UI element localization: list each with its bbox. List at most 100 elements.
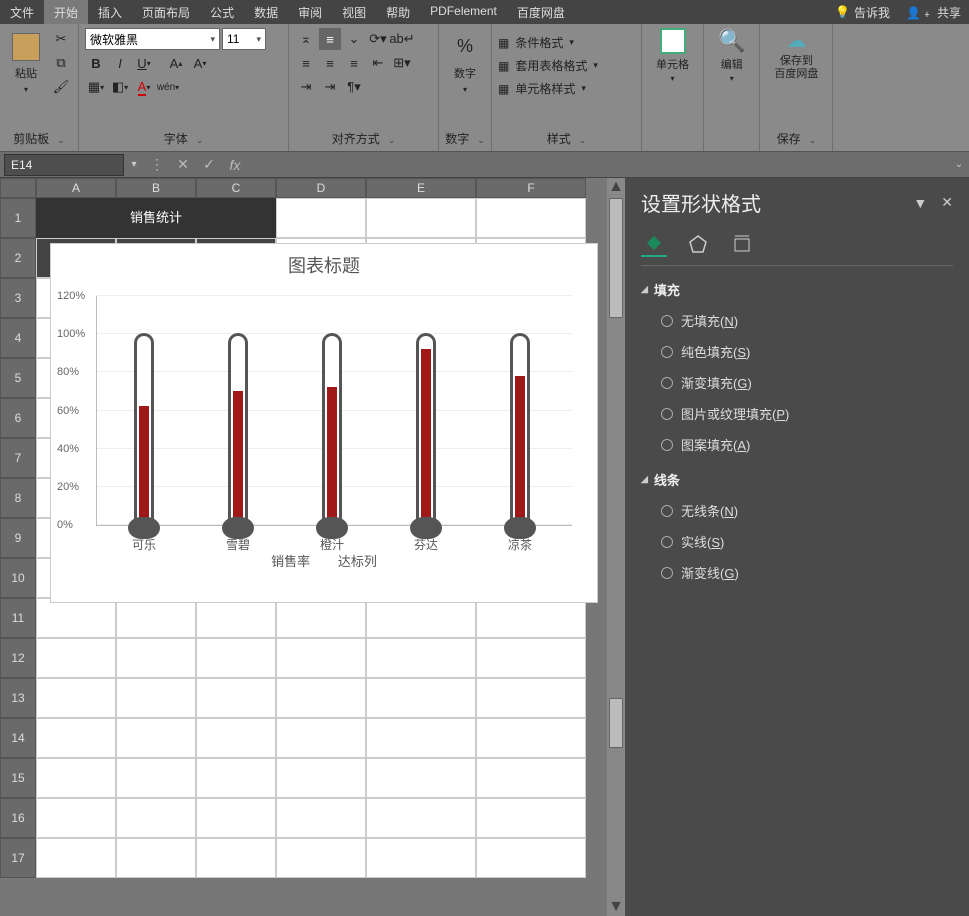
cell[interactable]	[36, 838, 116, 878]
confirm-icon[interactable]: ✓	[196, 156, 222, 173]
row-header[interactable]: 7	[0, 438, 36, 478]
scroll-thumb[interactable]	[609, 198, 623, 318]
number-format-button[interactable]: % 数字▾	[445, 28, 485, 98]
cell[interactable]	[36, 598, 116, 638]
tab-insert[interactable]: 插入	[88, 0, 132, 24]
cell[interactable]	[366, 838, 476, 878]
cell[interactable]	[116, 798, 196, 838]
format-painter-button[interactable]: 🖌	[50, 76, 72, 98]
opt-solid-line[interactable]: 实线(S)	[641, 526, 953, 557]
cell[interactable]	[196, 638, 276, 678]
tab-home[interactable]: 开始	[44, 0, 88, 24]
cell[interactable]	[276, 718, 366, 758]
section-fill[interactable]: 填充	[641, 280, 953, 299]
insert-func[interactable]: ⋮	[144, 156, 170, 173]
cell[interactable]	[276, 678, 366, 718]
plot-area[interactable]: 0%20%40%60%80%100%120%可乐雪碧橙汁芬达凉茶	[96, 296, 572, 526]
tab-file[interactable]: 文件	[0, 0, 44, 24]
opt-gradient-line[interactable]: 渐变线(G)	[641, 557, 953, 588]
copy-button[interactable]: ⧉	[50, 52, 72, 74]
row-header[interactable]: 1	[0, 198, 36, 238]
tab-help[interactable]: 帮助	[376, 0, 420, 24]
row-header[interactable]: 8	[0, 478, 36, 518]
cell[interactable]	[196, 198, 276, 238]
bold-button[interactable]: B	[85, 52, 107, 74]
cell[interactable]	[36, 718, 116, 758]
name-box[interactable]: E14	[4, 154, 124, 176]
tab-review[interactable]: 审阅	[288, 0, 332, 24]
underline-button[interactable]: U▾	[133, 52, 155, 74]
cell[interactable]	[276, 638, 366, 678]
legend-item[interactable]: 销售率	[271, 554, 310, 569]
cell[interactable]	[36, 678, 116, 718]
cell[interactable]	[116, 638, 196, 678]
borders-button[interactable]: ▦▾	[85, 76, 107, 98]
tab-data[interactable]: 数据	[244, 0, 288, 24]
cell[interactable]	[196, 598, 276, 638]
row-header[interactable]: 5	[0, 358, 36, 398]
cells-button[interactable]: 单元格▾	[648, 28, 697, 83]
paste-button[interactable]: 粘贴▾	[6, 28, 46, 98]
save-baidu-button[interactable]: ☁保存到 百度网盘	[766, 28, 826, 81]
conditional-format[interactable]: ▦条件格式▾	[498, 32, 574, 53]
cell[interactable]	[476, 838, 586, 878]
edit-button[interactable]: 🔍编辑▾	[710, 28, 753, 83]
row-header[interactable]: 4	[0, 318, 36, 358]
opt-gradient-fill[interactable]: 渐变填充(G)	[641, 367, 953, 398]
select-all-corner[interactable]	[0, 178, 36, 198]
tab-formula[interactable]: 公式	[200, 0, 244, 24]
cell[interactable]	[36, 198, 116, 238]
indent-dec[interactable]: ⇤	[367, 52, 389, 74]
cell[interactable]	[366, 198, 476, 238]
col-header[interactable]: A	[36, 178, 116, 198]
cell[interactable]	[116, 718, 196, 758]
rtl[interactable]: ¶▾	[343, 76, 365, 98]
opt-picture-fill[interactable]: 图片或纹理填充(P)	[641, 398, 953, 429]
cell[interactable]	[116, 598, 196, 638]
cell[interactable]	[196, 678, 276, 718]
tab-layout[interactable]: 页面布局	[132, 0, 200, 24]
opt-no-fill[interactable]: 无填充(N)	[641, 305, 953, 336]
opt-pattern-fill[interactable]: 图案填充(A)	[641, 429, 953, 460]
align-right[interactable]: ≡	[343, 52, 365, 74]
expand-formula-bar[interactable]: ⌄	[949, 159, 969, 170]
pane-close-icon[interactable]: ✕	[941, 194, 953, 211]
cell[interactable]	[366, 718, 476, 758]
cell[interactable]: 销售统计	[116, 198, 196, 238]
opt-no-line[interactable]: 无线条(N)	[641, 495, 953, 526]
cell[interactable]	[276, 838, 366, 878]
cell[interactable]	[196, 838, 276, 878]
cell[interactable]	[116, 838, 196, 878]
size-tab[interactable]	[729, 231, 755, 257]
phonetic-button[interactable]: wén▾	[157, 76, 179, 98]
spreadsheet[interactable]: A B C D E F 1销售统计2名称销售率达标列34567891011121…	[0, 178, 625, 916]
cell[interactable]	[276, 598, 366, 638]
tab-view[interactable]: 视图	[332, 0, 376, 24]
cell[interactable]	[476, 718, 586, 758]
opt-solid-fill[interactable]: 纯色填充(S)	[641, 336, 953, 367]
font-name-combo[interactable]: 微软雅黑▾	[85, 28, 220, 50]
tell-me[interactable]: 💡告诉我	[827, 0, 898, 24]
col-header[interactable]: C	[196, 178, 276, 198]
cell[interactable]	[476, 758, 586, 798]
effects-tab[interactable]	[685, 231, 711, 257]
tab-baidu[interactable]: 百度网盘	[507, 0, 575, 24]
chart-title[interactable]: 图表标题	[51, 244, 597, 286]
align-center[interactable]: ≡	[319, 52, 341, 74]
legend-item[interactable]: 达标列	[338, 554, 377, 569]
row-header[interactable]: 3	[0, 278, 36, 318]
cell[interactable]	[476, 598, 586, 638]
cell[interactable]	[36, 798, 116, 838]
cell[interactable]	[276, 758, 366, 798]
vertical-scrollbar[interactable]: ▲ ▼	[607, 178, 625, 916]
row-header[interactable]: 17	[0, 838, 36, 878]
row-header[interactable]: 14	[0, 718, 36, 758]
wrap-text[interactable]: ab↵	[391, 28, 413, 50]
cell[interactable]	[196, 798, 276, 838]
fill-line-tab[interactable]	[641, 231, 667, 257]
row-header[interactable]: 9	[0, 518, 36, 558]
cancel-icon[interactable]: ✕	[170, 156, 196, 173]
namebox-dropdown[interactable]: ▾	[124, 159, 144, 170]
cell[interactable]	[116, 758, 196, 798]
section-line[interactable]: 线条	[641, 470, 953, 489]
